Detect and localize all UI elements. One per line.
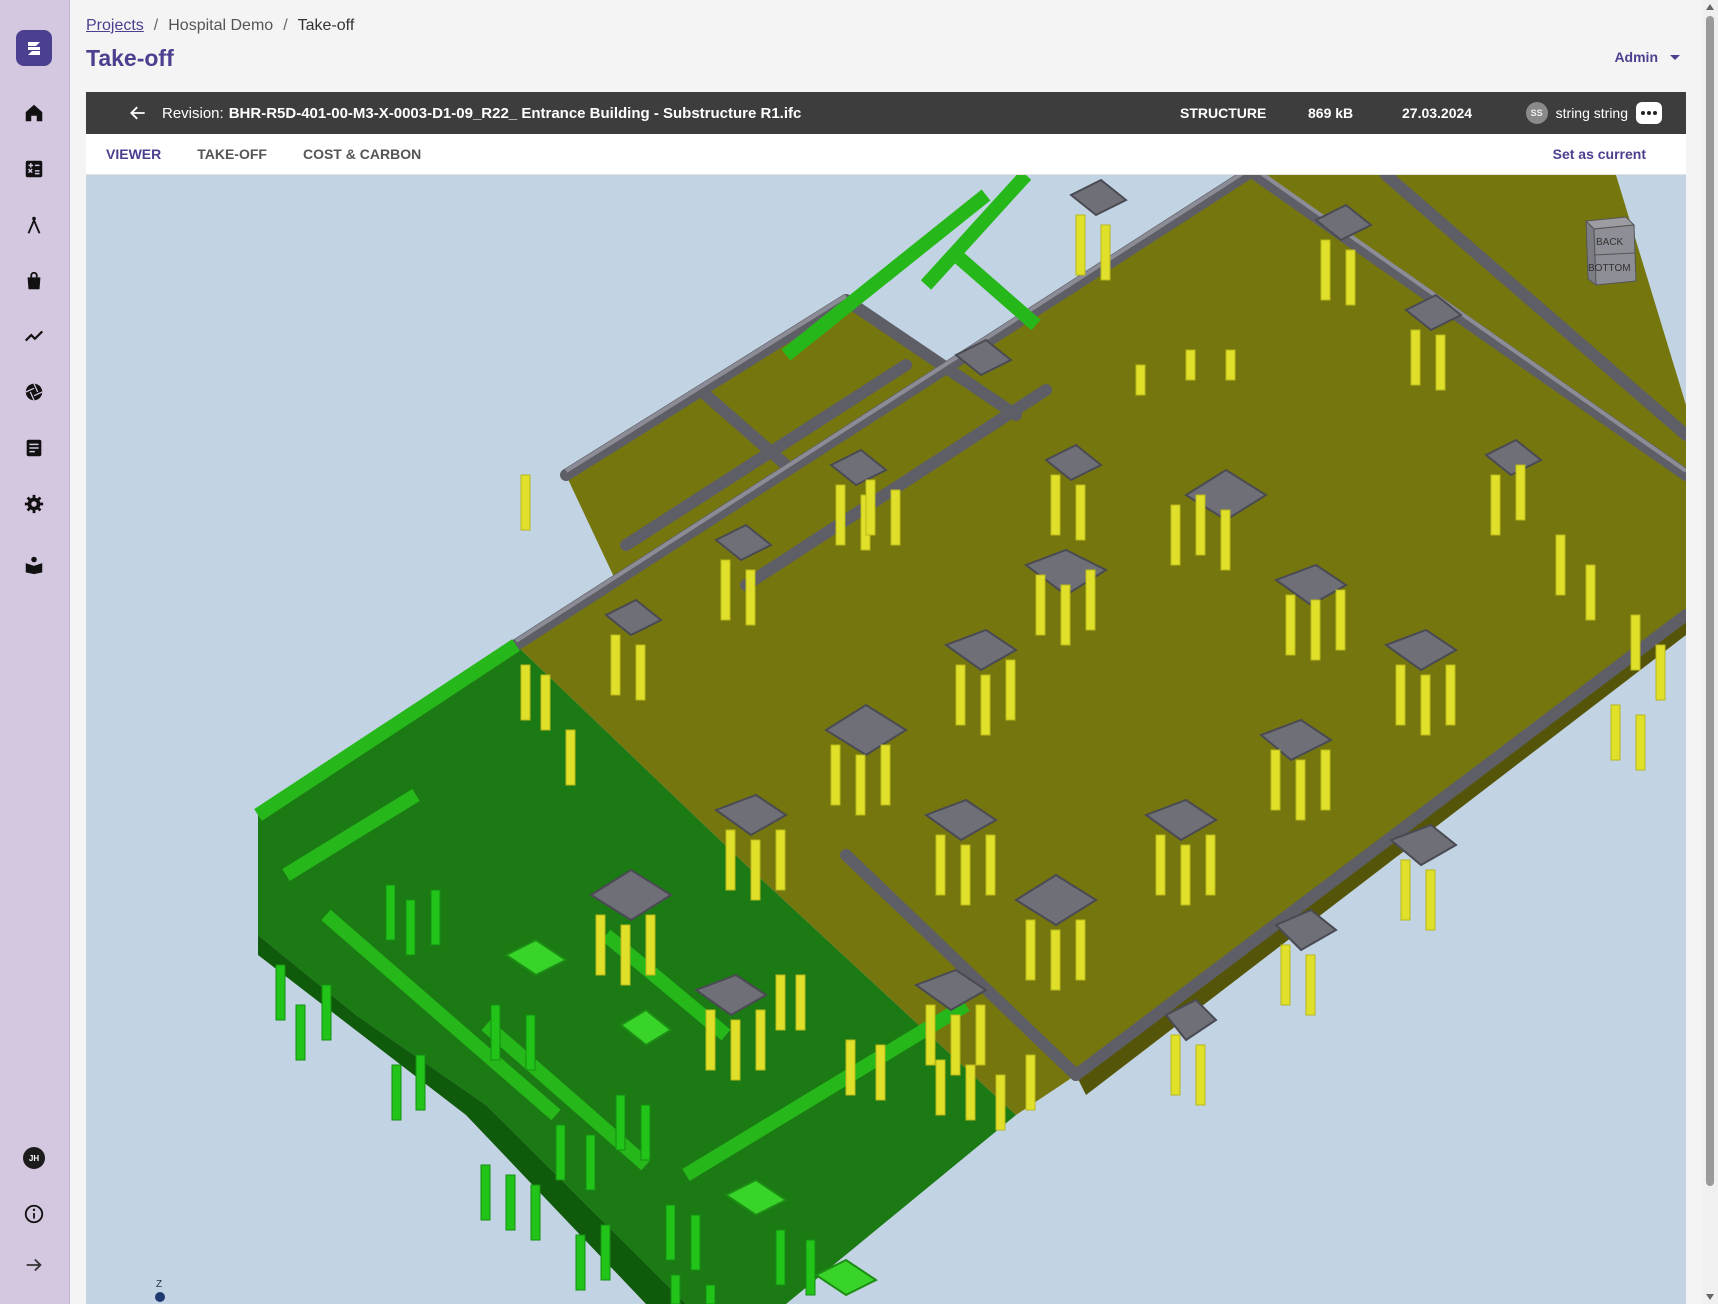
admin-menu[interactable]: Admin [1614,49,1680,65]
aperture-icon[interactable] [20,378,48,406]
axis-z-label: Z [156,1279,163,1290]
breadcrumb-separator: / [153,17,159,34]
revision-discipline: STRUCTURE [1180,105,1267,121]
app-logo[interactable] [16,30,52,66]
page-title: Take-off [86,45,174,71]
compass-icon[interactable] [20,211,48,239]
set-as-current-button[interactable]: Set as current [1553,146,1646,162]
scrollbar-thumb[interactable] [1706,16,1714,1186]
axis-indicator [155,1292,165,1302]
tab-cost-carbon[interactable]: COST & CARBON [303,146,421,162]
sidebar: JH [0,0,70,1304]
info-icon[interactable] [20,1200,48,1228]
breadcrumb-project[interactable]: Hospital Demo [168,17,273,35]
breadcrumb-projects-link[interactable]: Projects [86,17,144,35]
back-button[interactable] [114,92,162,134]
chevron-down-icon [1670,54,1680,60]
report-icon[interactable] [20,434,48,462]
tab-viewer[interactable]: VIEWER [106,146,161,162]
breadcrumb-separator: / [283,17,288,34]
ifc-model-render[interactable] [86,175,1686,1304]
breadcrumb: Projects / Hospital Demo / Take-off [86,17,354,35]
revision-bar: Revision: BHR-R5D-401-00-M3-X-0003-D1-09… [86,92,1686,134]
scrollbar[interactable] [1702,0,1718,1304]
revision-name: BHR-R5D-401-00-M3-X-0003-D1-09_R22_ Entr… [228,104,802,122]
navcube-back-label: BACK [1596,237,1624,248]
revision-prefix: Revision: [162,104,224,122]
navcube[interactable]: BACK BOTTOM [1582,213,1638,289]
arrow-right-icon[interactable] [20,1251,48,1279]
user-name: string string [1555,105,1628,121]
scroll-up-icon[interactable] [1706,4,1714,10]
home-icon[interactable] [20,99,48,127]
tab-bar: VIEWER TAKE-OFF COST & CARBON Set as cur… [86,134,1686,175]
tab-take-off[interactable]: TAKE-OFF [197,146,267,162]
logo-icon [28,42,40,55]
calculator-icon[interactable] [20,155,48,183]
revision-date: 27.03.2024 [1402,105,1473,121]
avatar[interactable]: JH [23,1147,45,1169]
arrow-left-icon [130,106,145,120]
trending-icon[interactable] [20,322,48,350]
reader-icon[interactable] [20,551,48,579]
model-viewer[interactable]: BACK BOTTOM Z [86,175,1686,1304]
user-avatar: SS [1525,102,1548,124]
gear-icon[interactable] [20,490,48,518]
revision-user: SS string string [1525,92,1662,134]
admin-menu-label: Admin [1614,49,1658,65]
breadcrumb-current: Take-off [297,17,355,34]
scroll-down-icon[interactable] [1706,1294,1714,1300]
navcube-bottom-label: BOTTOM [1588,263,1631,274]
more-options-button[interactable] [1636,102,1662,124]
revision-size: 869 kB [1308,105,1354,121]
shopping-bag-icon[interactable] [20,267,48,295]
